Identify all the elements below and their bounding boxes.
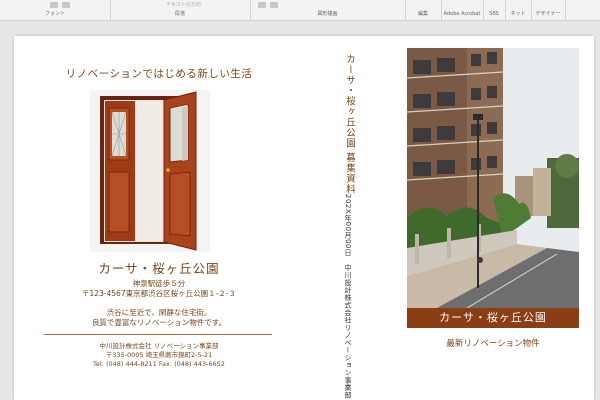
- ribbon-group-label: 図形描画: [317, 11, 338, 17]
- door-image: [90, 90, 210, 252]
- company-address: 〒335-0005 埼玉県蕨市錦町2-5-21: [105, 351, 213, 359]
- spine: カーサ・桜ヶ丘公園 募集資料 202X年00月00日 中川設計株式会社リノベーシ…: [340, 54, 358, 399]
- banner-subtitle: 最新リノベーション物件: [446, 339, 540, 349]
- property-title: カーサ・桜ヶ丘公園: [98, 261, 220, 276]
- ribbon-group-drawing[interactable]: 図形描画: [250, 0, 406, 20]
- ribbon-group-label: 編集: [417, 11, 428, 17]
- building-photo: [407, 48, 579, 308]
- ribbon-group-acrobat[interactable]: Adobe Acrobat: [441, 0, 484, 20]
- address-info: 〒123-4567東京都渋谷区桜ヶ丘公園１-２-３: [81, 289, 237, 298]
- text-direction-button[interactable]: テキストの方向: [166, 1, 201, 8]
- divider: [44, 334, 272, 335]
- company-name: 中川設計株式会社 リノベーション事業部: [99, 342, 219, 350]
- description-line-1: 渋谷に至近で、閑静な住宅街。: [106, 308, 212, 317]
- ribbon-group-sbs[interactable]: SBS: [483, 0, 506, 20]
- font-tool-icon[interactable]: [62, 2, 70, 8]
- description-line-2: 良質で豊富なリノベーション物件です。: [91, 318, 227, 327]
- spine-title: カーサ・桜ヶ丘公園 募集資料: [344, 54, 355, 195]
- ribbon-group-paragraph[interactable]: テキストの方向 段落: [110, 0, 251, 20]
- ribbon-group-label: SBS: [489, 11, 499, 17]
- company-contact: Tel: (048) 444-8211 Fax: (048) 443-6652: [93, 360, 225, 368]
- font-tool-icon[interactable]: [50, 2, 58, 8]
- title-banner: カーサ・桜ヶ丘公園: [407, 308, 579, 328]
- ribbon-group-edit[interactable]: 編集: [405, 0, 442, 20]
- shape-tool-icon[interactable]: [258, 2, 266, 8]
- ribbon-group-label: 段落: [174, 11, 185, 17]
- ribbon-group-net[interactable]: ネット: [505, 0, 532, 20]
- ribbon-group-label: Adobe Acrobat: [443, 11, 481, 17]
- ribbon-group-label: フォント: [44, 11, 65, 17]
- tagline: リノベーションではじめる新しい生活: [65, 68, 253, 80]
- shape-tool-icon[interactable]: [270, 2, 278, 8]
- ribbon: フォント テキストの方向 段落 図形描画 編集 Adobe Acrobat SB…: [0, 0, 600, 21]
- spine-meta: 202X年00月00日 中川設計株式会社リノベーション事業部: [344, 194, 352, 399]
- ribbon-group-label: ネット: [510, 11, 526, 17]
- ribbon-group-designer[interactable]: デザイナー: [531, 0, 566, 20]
- ribbon-group-font[interactable]: フォント: [0, 0, 111, 20]
- slide-page[interactable]: リノベーションではじめる新しい生活 カーサ・桜ヶ丘公園 神泉駅徒歩５分 〒123…: [14, 36, 594, 400]
- ribbon-group-label: デザイナー: [535, 11, 561, 17]
- station-info: 神泉駅徒歩５分: [132, 279, 186, 288]
